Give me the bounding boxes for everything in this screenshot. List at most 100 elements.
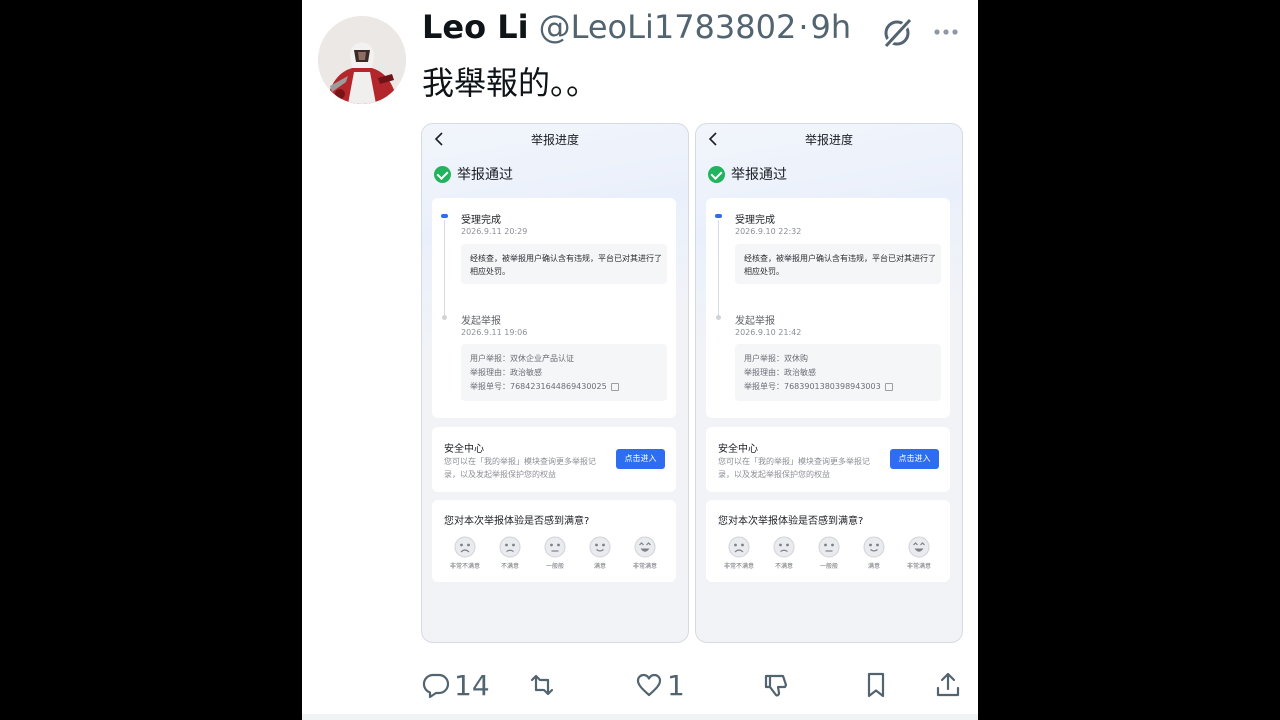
grok-icon[interactable] [880, 16, 914, 50]
heart-icon [636, 673, 662, 697]
reported-user: 用户举报：双休企业产品认证 [470, 354, 574, 363]
tweet-header: Leo Li @LeoLi1783802 · 9h [422, 8, 851, 56]
timeline-line [444, 220, 445, 318]
satisfaction-survey-card: 您对本次举报体验是否感到满意? 非常不满意 不满意 一般般 满意 非常满意 [432, 500, 676, 582]
tweet-text: 我舉報的。。 [422, 64, 599, 102]
repost-button[interactable] [528, 662, 560, 708]
separator-dot: · [798, 8, 809, 46]
rating-neutral[interactable]: 一般般 [535, 536, 575, 570]
display-name[interactable]: Leo Li [422, 8, 529, 46]
smile-face-icon [589, 536, 611, 558]
timeline-dot [442, 315, 447, 320]
share-button[interactable] [934, 662, 962, 708]
bookmark-button[interactable] [862, 662, 890, 708]
attached-screenshot-1[interactable]: 举报进度 举报通过 受理完成 2026.9.11 20:29 经核查，被举报用户… [421, 123, 689, 643]
dislike-button[interactable] [762, 662, 790, 708]
user-handle[interactable]: @LeoLi1783802 [539, 8, 797, 46]
screen-title: 举报进度 [530, 133, 579, 147]
security-center-card: 安全中心 您可以在「我的举报」模块查询更多举报记录，以及发起举报保护您的权益 点… [706, 427, 950, 492]
happy-face-icon [634, 536, 656, 558]
tweet-actions: 14 1 [302, 662, 978, 710]
step-title: 发起举报 [461, 316, 501, 327]
result-detail-text: 经核查，被举报用户确认含有违规，平台已对其进行了相应处罚。 [744, 254, 936, 276]
rating-label: 不满意 [500, 563, 519, 570]
step-time: 2026.9.10 21:42 [735, 328, 802, 337]
report-reason: 举报理由：政治敏感 [744, 368, 816, 377]
status-text: 举报通过 [731, 167, 787, 183]
avatar[interactable] [318, 16, 406, 104]
rating-neutral[interactable]: 一般般 [809, 536, 849, 570]
progress-card: 受理完成 2026.9.11 20:29 经核查，被举报用户确认含有违规，平台已… [432, 198, 676, 418]
survey-question: 您对本次举报体验是否感到满意? [444, 516, 590, 527]
reply-count: 14 [454, 668, 490, 702]
report-number: 举报单号：7684231644869430025 [470, 382, 607, 391]
security-center-desc: 您可以在「我的举报」模块查询更多举报记录，以及发起举报保护您的权益 [444, 457, 596, 479]
copy-icon[interactable] [610, 382, 619, 391]
enter-button[interactable]: 点击进入 [890, 449, 939, 469]
survey-question: 您对本次举报体验是否感到满意? [718, 516, 864, 527]
report-status: 举报通过 [708, 164, 787, 184]
step-time: 2026.9.11 19:06 [461, 328, 528, 337]
like-count: 1 [667, 668, 685, 702]
rating-label: 非常满意 [632, 563, 657, 570]
status-text: 举报通过 [457, 167, 513, 183]
report-info-box: 用户举报：双休购 举报理由：政治敏感 举报单号：7683901380398943… [735, 344, 941, 401]
check-circle-icon [434, 165, 451, 183]
step-title: 受理完成 [461, 215, 501, 226]
report-info-box: 用户举报：双休企业产品认证 举报理由：政治敏感 举报单号：76842316448… [461, 344, 667, 401]
timeline-dot-active [715, 214, 722, 218]
neutral-face-icon [818, 536, 840, 558]
report-number-row: 举报单号：7684231644869430025 [470, 381, 619, 392]
like-button[interactable]: 1 [635, 662, 685, 708]
rating-very-satisfied[interactable]: 非常满意 [899, 536, 939, 570]
security-center-desc: 您可以在「我的举报」模块查询更多举报记录，以及发起举报保护您的权益 [718, 457, 870, 479]
report-status: 举报通过 [434, 164, 513, 184]
result-detail-box: 经核查，被举报用户确认含有违规，平台已对其进行了相应处罚。 [735, 244, 941, 284]
repost-icon [530, 674, 554, 696]
copy-icon[interactable] [884, 382, 893, 391]
rating-label: 非常满意 [906, 563, 931, 570]
screen-title: 举报进度 [804, 133, 853, 147]
timeline-line [718, 220, 719, 318]
satisfaction-survey-card: 您对本次举报体验是否感到满意? 非常不满意 不满意 一般般 满意 非常满意 [706, 500, 950, 582]
rating-label: 非常不满意 [449, 563, 480, 570]
happy-face-icon [908, 536, 930, 558]
rating-very-unsatisfied[interactable]: 非常不满意 [719, 536, 759, 570]
rating-label: 非常不满意 [723, 563, 754, 570]
bookmark-icon [867, 672, 885, 698]
avatar-image [318, 16, 406, 104]
reply-button[interactable]: 14 [422, 662, 490, 708]
result-detail-box: 经核查，被举报用户确认含有违规，平台已对其进行了相应处罚。 [461, 244, 667, 284]
step-title: 发起举报 [735, 316, 775, 327]
rating-unsatisfied[interactable]: 不满意 [764, 536, 804, 570]
screen-header: 举报进度 [696, 124, 962, 152]
progress-card: 受理完成 2026.9.10 22:32 经核查，被举报用户确认含有违规，平台已… [706, 198, 950, 418]
result-detail-text: 经核查，被举报用户确认含有违规，平台已对其进行了相应处罚。 [470, 254, 662, 276]
attached-screenshot-2[interactable]: 举报进度 举报通过 受理完成 2026.9.10 22:32 经核查，被举报用户… [695, 123, 963, 643]
step-title: 受理完成 [735, 215, 775, 226]
security-center-title: 安全中心 [718, 444, 758, 455]
step-time: 2026.9.11 20:29 [461, 227, 528, 236]
rating-very-unsatisfied[interactable]: 非常不满意 [445, 536, 485, 570]
downvote-icon [764, 674, 788, 697]
more-options-icon[interactable] [930, 20, 962, 44]
rating-satisfied[interactable]: 满意 [580, 536, 620, 570]
security-center-card: 安全中心 您可以在「我的举报」模块查询更多举报记录，以及发起举报保护您的权益 点… [432, 427, 676, 492]
rating-label: 满意 [593, 563, 606, 570]
very-sad-face-icon [728, 536, 750, 558]
rating-unsatisfied[interactable]: 不满意 [490, 536, 530, 570]
report-number-row: 举报单号：7683901380398943003 [744, 381, 893, 392]
reported-user: 用户举报：双休购 [744, 354, 808, 363]
rating-label: 一般般 [545, 563, 564, 570]
smile-face-icon [863, 536, 885, 558]
rating-very-satisfied[interactable]: 非常满意 [625, 536, 665, 570]
tweet-card: Leo Li @LeoLi1783802 · 9h 我舉報的。。 举报进度 举报… [302, 0, 978, 720]
rating-label: 一般般 [819, 563, 838, 570]
timestamp[interactable]: 9h [811, 8, 852, 46]
rating-satisfied[interactable]: 满意 [854, 536, 894, 570]
sad-face-icon [773, 536, 795, 558]
report-reason: 举报理由：政治敏感 [470, 368, 542, 377]
enter-button[interactable]: 点击进入 [616, 449, 665, 469]
very-sad-face-icon [454, 536, 476, 558]
rating-label: 不满意 [774, 563, 793, 570]
